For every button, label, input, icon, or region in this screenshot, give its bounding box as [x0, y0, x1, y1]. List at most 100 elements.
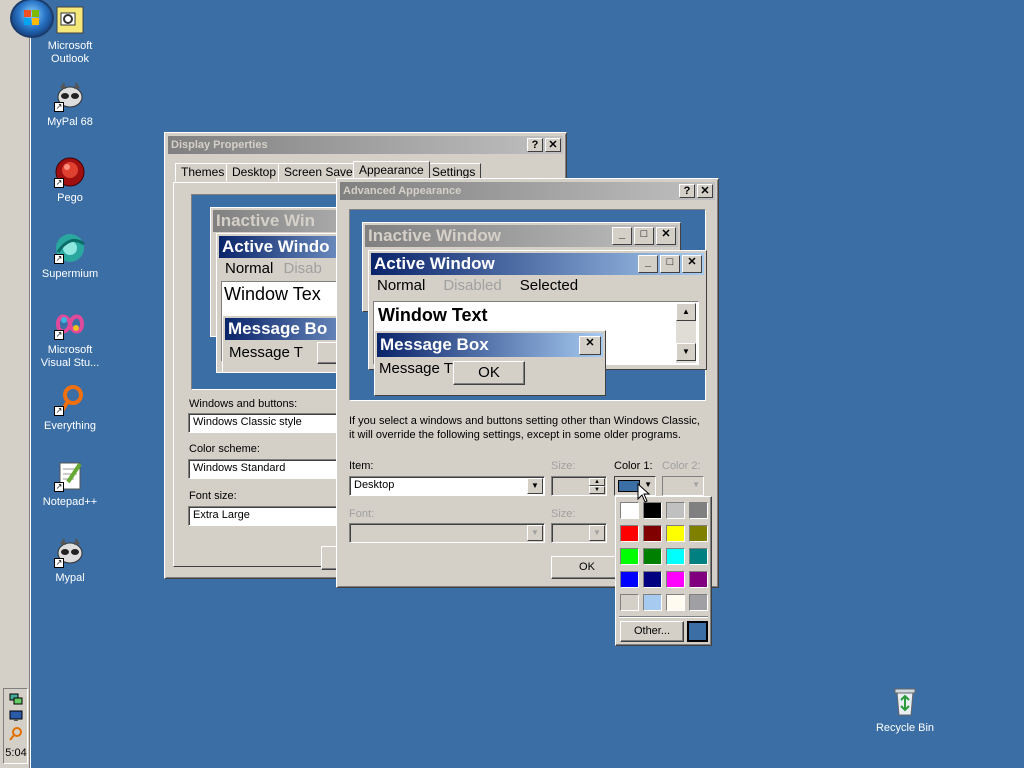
maximize-icon: □ — [634, 227, 654, 245]
color-swatch[interactable] — [689, 571, 708, 588]
color-swatch[interactable] — [643, 525, 662, 542]
maximize-icon: □ — [660, 255, 680, 273]
outlook-icon — [54, 4, 86, 36]
item-label: Item: — [349, 460, 374, 472]
color-swatch[interactable] — [666, 594, 685, 611]
color-swatch[interactable] — [620, 571, 639, 588]
color-swatch[interactable] — [643, 571, 662, 588]
advanced-appearance-titlebar[interactable]: Advanced Appearance ? ✕ — [340, 182, 715, 200]
ok-button[interactable]: OK — [551, 556, 623, 579]
size-label: Size: — [551, 460, 576, 472]
preview-inactive-title: Inactive Window — [368, 226, 502, 245]
tab-themes[interactable]: Themes — [175, 163, 231, 182]
chevron-down-icon[interactable]: ▼ — [527, 478, 543, 494]
preview-disabled-label: Disab — [283, 260, 322, 277]
color-swatch[interactable] — [666, 502, 685, 519]
preview-menu-bar[interactable]: Normal Disabled Selected — [371, 275, 704, 296]
color-swatch[interactable] — [620, 594, 639, 611]
desktop-icon-label: Pego — [57, 192, 83, 204]
spin-down-icon[interactable]: ▼ — [589, 486, 605, 494]
font-label: Font: — [349, 508, 375, 520]
color-swatch[interactable] — [620, 525, 639, 542]
chevron-down-icon: ▼ — [692, 480, 700, 489]
scroll-up-icon: ▲ — [676, 303, 696, 321]
color-scheme-select[interactable]: Windows Standard — [188, 459, 348, 479]
help-button[interactable]: ? — [527, 138, 543, 152]
preview-inactive-titlebar[interactable]: Inactive Window _ □ ✕ — [365, 225, 678, 247]
color2-label: Color 2: — [662, 460, 701, 472]
minimize-icon: _ — [638, 255, 658, 273]
display-properties-titlebar[interactable]: Display Properties ? ✕ — [168, 136, 563, 154]
color-swatch[interactable] — [689, 525, 708, 542]
desktop-icon-pego[interactable]: ↗ Pego — [32, 156, 108, 205]
monitor-icon[interactable] — [9, 710, 23, 722]
shortcut-arrow-icon: ↗ — [54, 330, 64, 340]
desktop-icon-recycle-bin[interactable]: Recycle Bin — [867, 686, 943, 735]
taskbar: 5:04 — [0, 0, 31, 768]
font-select[interactable]: ▼ — [349, 523, 545, 543]
desktop-icon-supermium[interactable]: ↗ Supermium — [32, 232, 108, 281]
desktop-icon-label: Recycle Bin — [875, 722, 935, 734]
shortcut-arrow-icon: ↗ — [54, 558, 64, 568]
color-swatch[interactable] — [620, 548, 639, 565]
desktop-icon-label: Everything — [44, 420, 96, 432]
preview-active-titlebar[interactable]: Active Window _ □ ✕ — [371, 253, 704, 275]
close-button[interactable]: ✕ — [545, 138, 561, 152]
color-swatch[interactable] — [666, 548, 685, 565]
shortcut-arrow-icon: ↗ — [54, 482, 64, 492]
scroll-down-icon: ▼ — [676, 343, 696, 361]
desktop-icon-visual-studio[interactable]: ↗ Microsoft Visual Stu... — [32, 308, 108, 370]
visual-studio-icon: ↗ — [54, 308, 86, 340]
desktop-icon-mypal-68[interactable]: ↗ MyPal 68 — [32, 80, 108, 129]
font-size-select[interactable]: ▼ — [551, 523, 607, 543]
preview-message-text: Message T — [379, 360, 453, 377]
desktop-icon-label: Mypal — [55, 572, 85, 584]
color-swatch[interactable] — [689, 594, 708, 611]
color-palette-popup: Other... — [615, 496, 712, 646]
desktop-icon-notepadpp[interactable]: ↗ Notepad++ — [32, 460, 108, 509]
desktop-icon-label: Notepad++ — [42, 496, 98, 508]
close-button[interactable]: ✕ — [697, 184, 713, 198]
color-swatch[interactable] — [666, 525, 685, 542]
palette-divider — [619, 616, 708, 618]
color-swatch[interactable] — [689, 548, 708, 565]
item-select[interactable]: Desktop ▼ — [349, 476, 545, 496]
close-icon: ✕ — [656, 227, 676, 245]
advanced-preview[interactable]: Inactive Window _ □ ✕ Active Window _ □ ✕ No… — [349, 209, 707, 401]
desktop-icon-mypal[interactable]: ↗ Mypal — [32, 536, 108, 585]
preview-normal-label: Normal — [377, 277, 426, 294]
tab-desktop[interactable]: Desktop — [226, 163, 283, 182]
preview-message-box-titlebar[interactable]: Message Box ✕ — [377, 333, 603, 357]
color-swatch[interactable] — [643, 502, 662, 519]
chevron-down-icon[interactable]: ▼ — [589, 525, 605, 541]
close-icon: ✕ — [579, 335, 601, 355]
current-color-swatch — [687, 621, 708, 642]
color-swatch[interactable] — [620, 502, 639, 519]
clock[interactable]: 5:04 — [4, 747, 28, 759]
desktop-icon-label: Microsoft Visual Stu... — [40, 344, 100, 369]
network-icon[interactable] — [9, 693, 23, 705]
notepadpp-icon: ↗ — [54, 460, 86, 492]
preview-message-text: Message T — [229, 344, 303, 361]
color-swatch[interactable] — [689, 502, 708, 519]
color-swatch[interactable] — [643, 548, 662, 565]
font-size-select[interactable]: Extra Large — [188, 506, 348, 526]
shortcut-arrow-icon: ↗ — [54, 254, 64, 264]
info-text-line-1: If you select a windows and buttons sett… — [349, 415, 700, 427]
raccoon-icon: ↗ — [54, 536, 86, 568]
preview-scrollbar[interactable]: ▲ ▼ — [676, 303, 696, 363]
color1-label: Color 1: — [614, 460, 653, 472]
search-icon[interactable] — [9, 727, 23, 741]
color-swatch[interactable] — [666, 571, 685, 588]
other-color-button[interactable]: Other... — [620, 621, 684, 642]
desktop-icon-everything[interactable]: ↗ Everything — [32, 384, 108, 433]
preview-normal-label: Normal — [225, 260, 274, 277]
spin-up-icon[interactable]: ▲ — [589, 478, 605, 486]
color-swatch[interactable] — [643, 594, 662, 611]
recycle-bin-icon — [889, 686, 921, 718]
help-button[interactable]: ? — [679, 184, 695, 198]
color2-button[interactable]: ▼ — [662, 476, 704, 496]
size-spinner[interactable]: ▲ ▼ — [551, 476, 607, 496]
windows-buttons-select[interactable]: Windows Classic style — [188, 413, 348, 433]
chevron-down-icon[interactable]: ▼ — [527, 525, 543, 541]
